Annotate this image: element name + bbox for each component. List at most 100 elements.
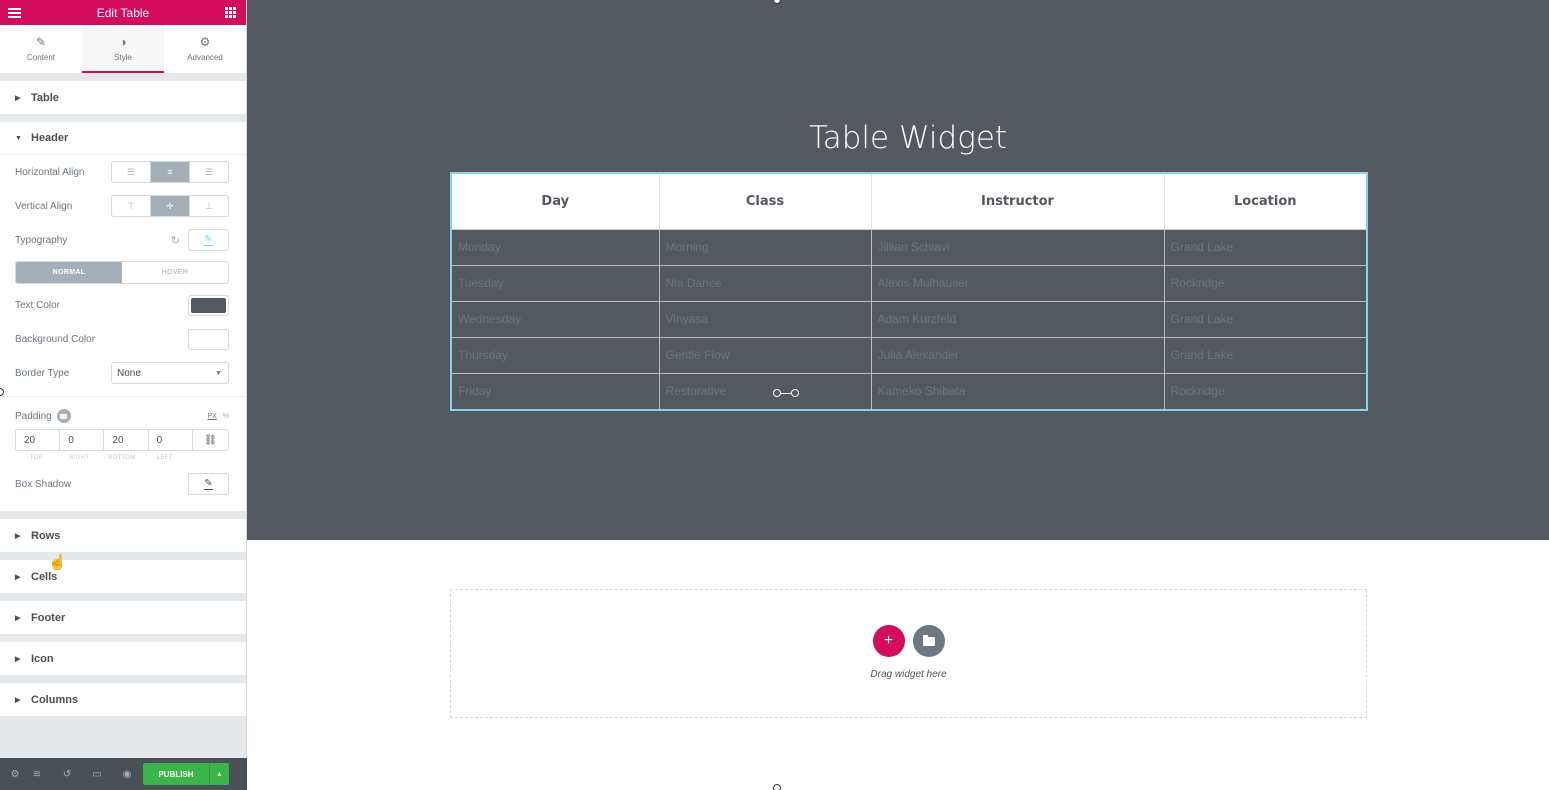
publish-button[interactable]: PUBLISH [143,763,209,785]
padding-right-input[interactable]: 0 [60,430,105,450]
align-left-icon: ☰ [126,166,136,177]
unlink-values-icon[interactable]: ⛓ [193,430,228,450]
table-cell: Gentle Flow [658,336,872,374]
section-label: Footer [31,611,66,624]
table-row: Thursday Gentle Flow Julia Alexander Gra… [452,336,1366,374]
section-columns[interactable]: ▶ Columns [0,683,246,716]
align-right-button[interactable]: ☰ [190,162,228,182]
table-widget[interactable]: Day Class Instructor Location Monday Mor… [450,172,1368,411]
caret-right-icon: ▶ [15,696,21,704]
tab-advanced[interactable]: ⚙ Advanced [164,25,246,73]
tab-style[interactable]: ◑ Style [82,25,164,73]
caret-right-icon: ▶ [15,614,21,622]
settings-icon[interactable]: ⚙ [8,769,22,780]
control-label: Typography [15,234,68,246]
section-table[interactable]: ▶ Table [0,81,246,114]
history-icon[interactable]: ↺ [52,769,82,780]
control-label: Horizontal Align [15,166,85,178]
align-middle-icon: ✛ [166,200,174,211]
section-label: Rows [31,529,61,542]
section-footer[interactable]: ▶ Footer [0,601,246,634]
widget-drop-zone[interactable]: + Drag widget here [450,589,1367,718]
section-cells[interactable]: ▶ Cells [0,560,246,593]
navigator-layers-icon[interactable]: ≋ [22,769,52,780]
align-left-button[interactable]: ☰ [112,162,151,182]
align-bottom-button[interactable]: ⊥ [190,196,228,216]
padding-bottom-label: BOTTOM [108,455,136,461]
state-tab-normal[interactable]: NORMAL [16,262,122,283]
align-center-button[interactable]: ≡ [151,162,190,182]
header-cell: Location [1164,174,1366,230]
typography-edit-button[interactable]: ✎ [188,229,229,251]
header-cell: Day [452,174,660,230]
template-library-button[interactable] [912,625,945,657]
control-label: Box Shadow [15,478,72,490]
section-label: Cells [31,570,58,583]
typography-control: Typography ↻ ✎ [0,223,246,257]
control-label: Padding [15,410,52,422]
caret-right-icon: ▶ [15,532,21,540]
table-cell: Grand Lake [1163,336,1366,374]
table-cell: Vinyasa [658,300,872,338]
padding-top-input[interactable]: 20 [16,430,61,450]
canvas-section-empty: + Drag widget here [247,540,1549,790]
text-color-picker[interactable] [188,294,229,316]
align-right-icon: ☰ [204,166,214,177]
pencil-icon: ✎ [204,233,213,246]
box-shadow-edit-button[interactable]: ✎ [188,473,229,495]
border-type-select[interactable]: None ▼ [111,362,229,384]
table-cell: Morning [658,228,872,266]
widgets-grid-icon[interactable] [224,7,236,18]
table-cell: Thursday [452,336,660,374]
table-cell: Tuesday [452,264,660,302]
unit-px[interactable]: PX [207,413,216,420]
table-row: Friday Restorative Kameko Shibata Rockri… [452,372,1366,409]
pencil-icon: ✎ [204,477,213,490]
unit-percent[interactable]: % [223,413,229,420]
hamburger-menu-icon[interactable] [8,7,21,18]
chevron-down-icon: ▼ [215,369,222,377]
table-cell: Jillian Schiavi [870,228,1165,266]
pencil-icon: ✎ [35,35,47,49]
section-icon[interactable]: ▶ Icon [0,642,246,675]
table-cell: Rockridge [1163,264,1366,302]
tab-content[interactable]: ✎ Content [0,25,82,73]
align-bottom-icon: ⊥ [205,200,213,211]
preview-eye-icon[interactable]: ◉ [112,769,142,780]
table-cell: Friday [452,372,660,409]
table-cell: Alexis Mulhauser [870,264,1165,302]
resize-handle[interactable] [773,389,799,397]
table-cell: Grand Lake [1163,228,1366,266]
text-color-control: Text Color [0,288,246,322]
color-swatch [191,331,226,347]
section-header-title[interactable]: ▼ Header [0,122,246,155]
background-color-picker[interactable] [188,328,229,350]
table-cell: Rockridge [1163,372,1366,409]
panel-tabs: ✎ Content ◑ Style ⚙ Advanced [0,25,246,73]
align-middle-button[interactable]: ✛ [151,196,190,216]
section-label: Icon [31,652,54,665]
section-handle-bottom[interactable] [773,784,781,790]
caret-up-icon: ▲ [216,770,223,778]
publish-options-button[interactable]: ▲ [209,763,229,785]
reset-icon[interactable]: ↻ [171,234,180,247]
table-row: Monday Morning Jillian Schiavi Grand Lak… [452,228,1366,266]
table-cell: Adam Kurzfeld [870,300,1165,338]
box-shadow-control: Box Shadow ✎ [0,467,246,501]
responsive-desktop-icon[interactable]: ▭ [82,769,112,780]
canvas-section-dark: Table Widget Day Class Instructor Locati… [247,0,1549,540]
padding-inputs: 20 0 20 0 ⛓ [15,429,229,451]
control-label: Vertical Align [15,200,73,212]
state-tab-hover[interactable]: HOVER [122,262,228,283]
drop-zone-text: Drag widget here [870,669,947,680]
responsive-device-icon[interactable] [56,409,71,423]
horizontal-align-control: Horizontal Align ☰ ≡ ☰ [0,155,246,189]
table-cell: Wednesday [452,300,660,338]
add-section-button[interactable]: + [872,625,905,657]
section-rows[interactable]: ▶ Rows [0,519,246,552]
table-cell: Restorative [658,372,872,409]
contrast-icon: ◑ [119,35,127,49]
padding-bottom-input[interactable]: 20 [104,430,149,450]
padding-left-input[interactable]: 0 [149,430,193,450]
align-top-button[interactable]: ⊤ [112,196,151,216]
